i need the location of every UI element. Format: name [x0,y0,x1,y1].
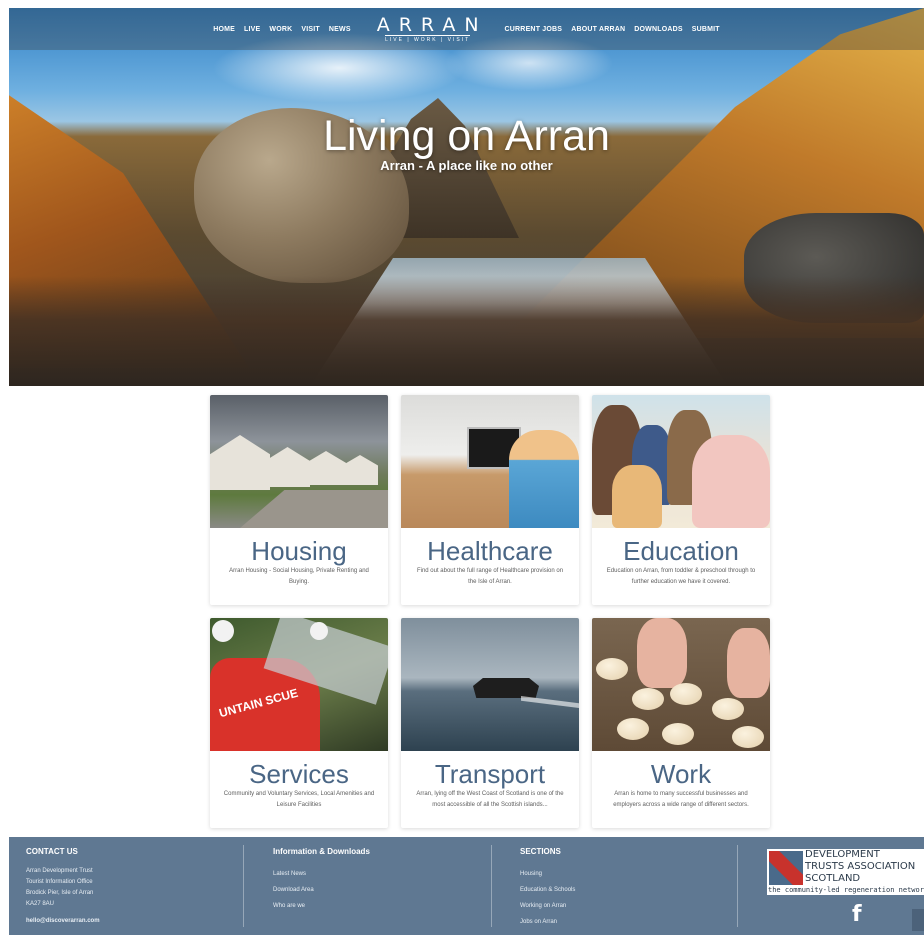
dtas-logo-icon [769,851,803,885]
footer-info: Information & Downloads Latest News Down… [273,837,483,935]
logo-tagline: LIVE | WORK | VISIT [385,34,471,43]
hero-banner: HOME LIVE WORK VISIT NEWS ARRAN LIVE | W… [9,8,924,386]
footer-divider [491,845,492,927]
scroll-to-top-button[interactable] [912,909,924,931]
card-title: Housing [251,536,347,566]
card-housing[interactable]: Housing Arran Housing - Social Housing, … [210,395,388,605]
logo-word: ARRAN [376,13,488,36]
top-navigation: HOME LIVE WORK VISIT NEWS ARRAN LIVE | W… [9,8,924,50]
footer-link-download-area[interactable]: Download Area [273,882,483,898]
nav-news[interactable]: NEWS [329,26,351,33]
work-image [592,618,770,751]
footer-sections: SECTIONS Housing Education & Schools Wor… [520,837,730,935]
card-title: Work [650,759,712,789]
card-healthcare[interactable]: Healthcare Find out about the full range… [401,395,579,605]
rescue-jacket-text: UNTAIN SCUE [217,685,300,721]
site-logo[interactable]: ARRAN LIVE | WORK | VISIT [368,13,488,43]
healthcare-image [401,395,579,528]
footer-contact-heading: CONTACT US [26,847,78,856]
contact-line: Tourist Information Office [26,879,93,885]
dtas-tagline: the community-led regeneration network [768,886,924,894]
nav-current-jobs[interactable]: CURRENT JOBS [505,26,563,33]
footer-link-working-on-arran[interactable]: Working on Arran [520,898,730,914]
nav-downloads[interactable]: DOWNLOADS [634,26,682,33]
contact-email-link[interactable]: hello@discoverarran.com [26,916,236,927]
card-title: Transport [434,759,546,789]
card-work[interactable]: Work Arran is home to many successful bu… [592,618,770,828]
nav-about-arran[interactable]: ABOUT ARRAN [571,26,625,33]
nav-submit[interactable]: SUBMIT [692,26,720,33]
transport-image [401,618,579,751]
dtas-line-3: SCOTLAND [805,873,861,884]
card-services[interactable]: UNTAIN SCUE Services Community and Volun… [210,618,388,828]
hero-title: Living on Arran [323,112,610,160]
footer-link-jobs-on-arran[interactable]: Jobs on Arran [520,914,730,930]
hero-subtitle: Arran - A place like no other [380,158,553,173]
footer-link-who-are-we[interactable]: Who are we [273,898,483,914]
footer-divider [737,845,738,927]
card-title: Education [623,536,739,566]
footer-divider [243,845,244,927]
footer-sections-heading: SECTIONS [520,847,561,856]
nav-visit[interactable]: VISIT [301,26,320,33]
footer-info-heading: Information & Downloads [273,847,370,856]
dtas-line-1: DEVELOPMENT [805,849,880,860]
dtas-line-2: TRUSTS ASSOCIATION [805,861,916,872]
card-description: Arran Housing - Social Housing, Private … [229,568,369,585]
footer-link-housing[interactable]: Housing [520,866,730,882]
site-footer: CONTACT US Arran Development Trust Touri… [9,837,924,935]
card-description: Community and Voluntary Services, Local … [223,791,375,808]
card-description: Arran, lying off the West Coast of Scotl… [416,791,564,808]
services-image: UNTAIN SCUE [210,618,388,751]
footer-link-education-schools[interactable]: Education & Schools [520,882,730,898]
facebook-icon[interactable]: f [852,902,862,927]
card-description: Education on Arran, from toddler & presc… [606,568,756,585]
education-image [592,395,770,528]
housing-image [210,395,388,528]
hero-foreground [9,276,924,386]
card-title: Services [249,759,349,789]
card-title: Healthcare [427,536,553,566]
dtas-logo[interactable]: DEVELOPMENT TRUSTS ASSOCIATION SCOTLAND … [767,849,924,895]
nav-work[interactable]: WORK [269,26,292,33]
footer-link-latest-news[interactable]: Latest News [273,866,483,882]
card-description: Find out about the full range of Healthc… [416,568,564,585]
card-description: Arran is home to many successful busines… [613,791,749,808]
contact-line: Arran Development Trust [26,868,93,874]
contact-line: Brodick Pier, Isle of Arran [26,890,94,896]
card-education[interactable]: Education Education on Arran, from toddl… [592,395,770,605]
footer-contact: CONTACT US Arran Development Trust Touri… [26,837,236,935]
card-transport[interactable]: Transport Arran, lying off the West Coas… [401,618,579,828]
contact-line: KA27 8AU [26,901,55,907]
nav-home[interactable]: HOME [213,26,235,33]
nav-live[interactable]: LIVE [244,26,260,33]
